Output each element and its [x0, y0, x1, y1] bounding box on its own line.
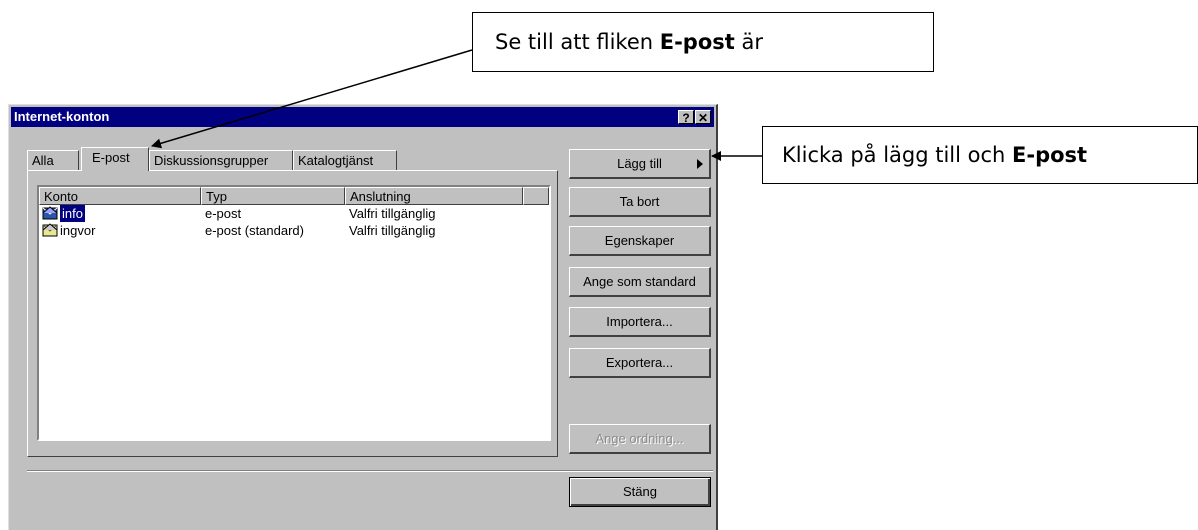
add-button-label: Lägg till	[617, 156, 662, 171]
set-order-button[interactable]: Ange ordning...	[569, 424, 711, 454]
account-type: e-post	[205, 206, 242, 221]
tab-katalogtjanst[interactable]: Katalogtjänst	[293, 150, 397, 170]
tab-alla[interactable]: Alla	[27, 150, 79, 170]
account-name: ingvor	[60, 223, 96, 238]
dialog-titlebar: Internet-konton ? ✕	[11, 107, 714, 127]
accounts-list[interactable]: Konto Typ Anslutning info e-post Valfri …	[37, 185, 551, 441]
submenu-arrow-icon	[697, 159, 703, 169]
callout-text-end: är	[734, 30, 763, 54]
account-connection: Valfri tillgänglig	[349, 223, 436, 238]
mail-account-icon	[42, 206, 58, 220]
close-button[interactable]: Stäng	[569, 477, 711, 507]
callout-click-add: Klicka på lägg till och E-post	[762, 126, 1198, 184]
callout-bold: E-post	[1012, 143, 1088, 167]
internet-accounts-dialog: Internet-konton ? ✕ Alla E-post Diskussi…	[8, 104, 718, 530]
account-connection: Valfri tillgänglig	[349, 206, 436, 221]
help-icon[interactable]: ?	[678, 110, 694, 125]
close-icon[interactable]: ✕	[695, 110, 711, 125]
callout-bold: E-post	[659, 30, 735, 54]
account-name: info	[60, 205, 85, 222]
column-header-empty	[523, 187, 549, 205]
column-header-anslutning[interactable]: Anslutning	[345, 187, 523, 205]
separator	[27, 470, 713, 472]
mail-account-icon	[42, 223, 58, 237]
column-header-typ[interactable]: Typ	[201, 187, 345, 205]
add-button[interactable]: Lägg till	[569, 149, 711, 179]
tab-e-post[interactable]: E-post	[81, 147, 149, 171]
export-button[interactable]: Exportera...	[569, 348, 711, 378]
callout-ensure-email-tab: Se till att fliken E-post är	[472, 12, 934, 72]
tab-diskussionsgrupper[interactable]: Diskussionsgrupper	[149, 150, 293, 170]
remove-button[interactable]: Ta bort	[569, 187, 711, 217]
set-default-button[interactable]: Ange som standard	[569, 267, 711, 297]
account-type: e-post (standard)	[205, 223, 304, 238]
column-header-konto[interactable]: Konto	[39, 187, 201, 205]
callout-text: Klicka på lägg till och	[782, 143, 1013, 167]
properties-button[interactable]: Egenskaper	[569, 226, 711, 256]
callout-text: Se till att fliken	[495, 30, 660, 54]
import-button[interactable]: Importera...	[569, 307, 711, 337]
dialog-title: Internet-konton	[14, 109, 110, 124]
